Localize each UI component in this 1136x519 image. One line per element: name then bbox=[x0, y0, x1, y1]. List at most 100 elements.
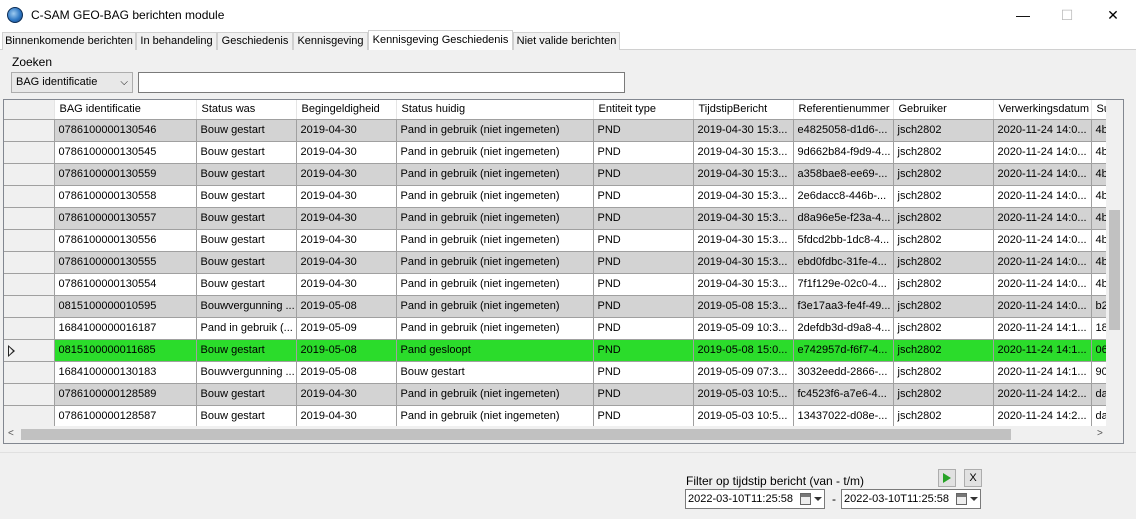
table-cell[interactable]: e742957d-f6f7-4... bbox=[793, 339, 894, 362]
table-cell[interactable]: jsch2802 bbox=[893, 185, 994, 208]
table-cell[interactable]: Pand in gebruik (niet ingemeten) bbox=[396, 383, 594, 406]
clear-filter-button[interactable]: X bbox=[964, 469, 982, 487]
table-cell[interactable]: ebd0fdbc-31fe-4... bbox=[793, 251, 894, 274]
table-cell[interactable]: 7f1f129e-02c0-4... bbox=[793, 273, 894, 296]
table-cell[interactable]: Bouwvergunning ... bbox=[196, 361, 297, 384]
table-cell[interactable]: 2019-04-30 15:3... bbox=[693, 163, 794, 186]
row-selector[interactable] bbox=[4, 141, 55, 164]
row-selector[interactable] bbox=[4, 361, 55, 384]
table-cell[interactable]: 3032eedd-2866-... bbox=[793, 361, 894, 384]
table-cell[interactable]: 0786100000128589 bbox=[54, 383, 197, 406]
table-cell[interactable]: PND bbox=[593, 273, 694, 296]
tab-binnenkomende-berichten[interactable]: Binnenkomende berichten bbox=[2, 32, 136, 50]
row-selector[interactable] bbox=[4, 339, 55, 362]
table-cell[interactable]: 9d662b84-f9d9-4... bbox=[793, 141, 894, 164]
table-cell[interactable]: Pand in gebruik (niet ingemeten) bbox=[396, 163, 594, 186]
table-row[interactable]: 0786100000130556 Bouw gestart 2019-04-30 Pa… bbox=[4, 229, 1122, 252]
row-selector[interactable] bbox=[4, 317, 55, 340]
table-row[interactable]: 0786100000130557 Bouw gestart 2019-04-30 Pa… bbox=[4, 207, 1122, 230]
tab-geschiedenis[interactable]: Geschiedenis bbox=[217, 32, 293, 50]
table-cell[interactable]: PND bbox=[593, 317, 694, 340]
table-row[interactable]: 0786100000130554 Bouw gestart 2019-04-30 Pa… bbox=[4, 273, 1122, 296]
table-cell[interactable]: 0786100000130557 bbox=[54, 207, 197, 230]
table-cell[interactable]: 2019-05-03 10:5... bbox=[693, 405, 794, 428]
table-cell[interactable]: jsch2802 bbox=[893, 383, 994, 406]
column-header[interactable]: BAG identificatie bbox=[54, 100, 197, 120]
row-selector[interactable] bbox=[4, 185, 55, 208]
table-cell[interactable]: 0786100000128587 bbox=[54, 405, 197, 428]
table-cell[interactable]: jsch2802 bbox=[893, 295, 994, 318]
table-cell[interactable]: Pand in gebruik (niet ingemeten) bbox=[396, 405, 594, 428]
table-cell[interactable]: 2020-11-24 14:0... bbox=[993, 141, 1092, 164]
table-cell[interactable]: 1684100000130183 bbox=[54, 361, 197, 384]
table-cell[interactable]: Pand in gebruik (niet ingemeten) bbox=[396, 273, 594, 296]
table-cell[interactable]: PND bbox=[593, 229, 694, 252]
table-cell[interactable]: 1684100000016187 bbox=[54, 317, 197, 340]
table-cell[interactable]: 2019-04-30 bbox=[296, 273, 397, 296]
scroll-left-icon[interactable]: < bbox=[8, 428, 14, 439]
table-cell[interactable]: jsch2802 bbox=[893, 163, 994, 186]
table-cell[interactable]: Pand in gebruik (niet ingemeten) bbox=[396, 141, 594, 164]
table-cell[interactable]: 0786100000130546 bbox=[54, 119, 197, 142]
table-cell[interactable]: Bouw gestart bbox=[196, 251, 297, 274]
table-cell[interactable]: jsch2802 bbox=[893, 361, 994, 384]
table-cell[interactable]: 2020-11-24 14:2... bbox=[993, 383, 1092, 406]
table-cell[interactable]: Bouw gestart bbox=[396, 361, 594, 384]
table-cell[interactable]: Pand in gebruik (niet ingemeten) bbox=[396, 251, 594, 274]
table-row[interactable]: 1684100000130183 Bouwvergunning ... 2019-0… bbox=[4, 361, 1122, 384]
table-cell[interactable]: jsch2802 bbox=[893, 339, 994, 362]
table-cell[interactable]: 0815100000010595 bbox=[54, 295, 197, 318]
tab-niet-valide-berichten[interactable]: Niet valide berichten bbox=[513, 32, 620, 50]
table-cell[interactable]: 0786100000130555 bbox=[54, 251, 197, 274]
table-row[interactable]: 0786100000128589 Bouw gestart 2019-04-30 Pa… bbox=[4, 383, 1122, 406]
table-cell[interactable]: 2019-04-30 15:3... bbox=[693, 119, 794, 142]
minimize-button[interactable]: — bbox=[1000, 0, 1046, 30]
table-cell[interactable]: 2019-04-30 15:3... bbox=[693, 229, 794, 252]
search-field-select[interactable]: BAG identificatie ⌵ bbox=[11, 72, 133, 93]
table-cell[interactable]: 2019-04-30 bbox=[296, 405, 397, 428]
table-cell[interactable]: Pand in gebruik (niet ingemeten) bbox=[396, 229, 594, 252]
table-cell[interactable]: 2019-04-30 bbox=[296, 185, 397, 208]
table-cell[interactable]: Bouw gestart bbox=[196, 229, 297, 252]
table-cell[interactable]: 2019-04-30 15:3... bbox=[693, 251, 794, 274]
table-cell[interactable]: Pand in gebruik (niet ingemeten) bbox=[396, 295, 594, 318]
table-cell[interactable]: 0786100000130559 bbox=[54, 163, 197, 186]
column-header[interactable]: Referentienummer bbox=[793, 100, 894, 120]
column-header[interactable]: Gebruiker bbox=[893, 100, 994, 120]
row-selector[interactable] bbox=[4, 383, 55, 406]
row-selector[interactable] bbox=[4, 163, 55, 186]
table-cell[interactable]: 2020-11-24 14:1... bbox=[993, 339, 1092, 362]
table-cell[interactable]: PND bbox=[593, 251, 694, 274]
date-from-picker[interactable]: 2022-03-10T11:25:58 bbox=[685, 489, 825, 509]
table-cell[interactable]: fc4523f6-a7e6-4... bbox=[793, 383, 894, 406]
calendar-icon[interactable] bbox=[800, 493, 811, 505]
table-cell[interactable]: 2020-11-24 14:0... bbox=[993, 163, 1092, 186]
row-selector[interactable] bbox=[4, 295, 55, 318]
table-cell[interactable]: 2019-05-09 bbox=[296, 317, 397, 340]
table-cell[interactable]: Bouw gestart bbox=[196, 339, 297, 362]
table-cell[interactable]: PND bbox=[593, 383, 694, 406]
column-header[interactable]: Begingeldigheid bbox=[296, 100, 397, 120]
table-cell[interactable]: 2020-11-24 14:2... bbox=[993, 405, 1092, 428]
table-cell[interactable]: PND bbox=[593, 207, 694, 230]
table-cell[interactable]: jsch2802 bbox=[893, 141, 994, 164]
table-cell[interactable]: 2019-04-30 bbox=[296, 229, 397, 252]
table-cell[interactable]: 2019-05-08 15:3... bbox=[693, 295, 794, 318]
table-cell[interactable]: 2020-11-24 14:0... bbox=[993, 229, 1092, 252]
table-row[interactable]: 0786100000130545 Bouw gestart 2019-04-30 Pa… bbox=[4, 141, 1122, 164]
table-cell[interactable]: f3e17aa3-fe4f-49... bbox=[793, 295, 894, 318]
table-cell[interactable]: 2019-04-30 bbox=[296, 141, 397, 164]
table-cell[interactable]: PND bbox=[593, 185, 694, 208]
table-row[interactable]: 0786100000130555 Bouw gestart 2019-04-30 Pa… bbox=[4, 251, 1122, 274]
chevron-down-icon[interactable] bbox=[814, 497, 822, 501]
table-cell[interactable]: Bouw gestart bbox=[196, 119, 297, 142]
table-cell[interactable]: 2019-05-08 15:0... bbox=[693, 339, 794, 362]
results-grid[interactable]: BAG identificatie Status was Begingeldig… bbox=[3, 99, 1124, 444]
table-cell[interactable]: PND bbox=[593, 163, 694, 186]
table-cell[interactable]: d8a96e5e-f23a-4... bbox=[793, 207, 894, 230]
table-cell[interactable]: 2019-04-30 bbox=[296, 119, 397, 142]
table-cell[interactable]: 2019-04-30 15:3... bbox=[693, 185, 794, 208]
vertical-scroll-thumb[interactable] bbox=[1109, 210, 1120, 330]
table-cell[interactable]: Pand in gebruik (... bbox=[196, 317, 297, 340]
table-row[interactable]: 0786100000128587 Bouw gestart 2019-04-30 Pa… bbox=[4, 405, 1122, 428]
